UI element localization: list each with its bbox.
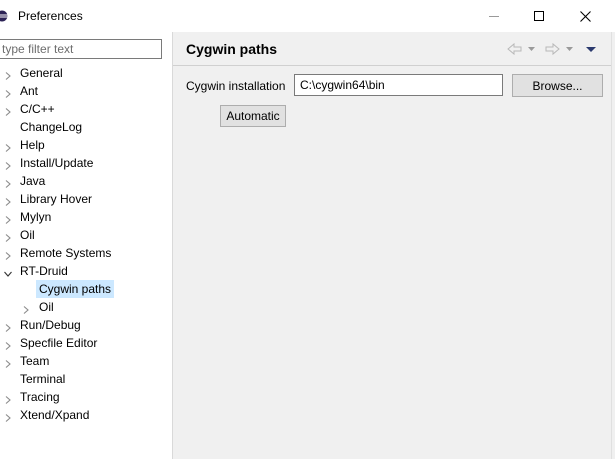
- chevron-right-icon[interactable]: [3, 230, 13, 242]
- view-menu-icon[interactable]: [585, 42, 597, 56]
- tree-item-label: Team: [20, 354, 50, 368]
- tree-item-label: Ant: [20, 84, 39, 98]
- tree-item[interactable]: Tracing: [0, 388, 172, 406]
- tree-item[interactable]: Remote Systems: [0, 244, 172, 262]
- preference-page: Cygwin paths Cygwin installation C:\cygw…: [173, 32, 615, 459]
- tree-item-label: Library Hover: [20, 192, 93, 206]
- tree-item-label: Java: [20, 174, 46, 188]
- chevron-right-icon[interactable]: [3, 68, 13, 80]
- filter-input[interactable]: [0, 39, 162, 59]
- tree-item[interactable]: Run/Debug: [0, 316, 172, 334]
- tree-item[interactable]: RT-Druid: [0, 262, 172, 280]
- chevron-right-icon[interactable]: [21, 302, 31, 314]
- chevron-right-icon[interactable]: [3, 86, 13, 98]
- chevron-right-icon[interactable]: [3, 338, 13, 350]
- tree-item-label: Cygwin paths: [36, 280, 115, 298]
- title-bar: Preferences: [0, 0, 615, 32]
- page-title: Cygwin paths: [186, 41, 278, 57]
- forward-arrow-icon[interactable]: [544, 42, 560, 56]
- tree-item[interactable]: Xtend/Xpand: [0, 406, 172, 424]
- tree-item[interactable]: C/C++: [0, 100, 172, 118]
- chevron-right-icon[interactable]: [3, 194, 13, 206]
- chevron-right-icon[interactable]: [3, 320, 13, 332]
- chevron-right-icon[interactable]: [3, 212, 13, 224]
- chevron-right-icon[interactable]: [3, 248, 13, 260]
- tree-item-label: Oil: [20, 228, 35, 242]
- maximize-icon: [534, 11, 544, 21]
- tree-item[interactable]: Help: [0, 136, 172, 154]
- preference-navigation: General Ant C/C++ ChangeLog Help Install/Upda…: [0, 32, 172, 459]
- tree-item[interactable]: Java: [0, 172, 172, 190]
- close-icon: [579, 10, 591, 22]
- chevron-right-icon[interactable]: [3, 176, 13, 188]
- chevron-right-icon[interactable]: [3, 158, 13, 170]
- chevron-down-icon[interactable]: [3, 266, 13, 277]
- tree-item[interactable]: Oil: [0, 226, 172, 244]
- tree-item-label: Help: [20, 138, 45, 152]
- preferences-window: Preferences General Ant C/C++ ChangeLog Help…: [0, 0, 615, 459]
- tree-item[interactable]: Specfile Editor: [0, 334, 172, 352]
- window-title: Preferences: [18, 9, 83, 23]
- cygwin-path-input[interactable]: [294, 74, 503, 96]
- automatic-button[interactable]: Automatic: [220, 105, 286, 127]
- tree-item[interactable]: Mylyn: [0, 208, 172, 226]
- browse-button[interactable]: Browse...: [512, 74, 603, 97]
- tree-item-label: Remote Systems: [20, 246, 112, 260]
- eclipse-app-icon: [0, 10, 8, 22]
- minimize-icon: [489, 16, 499, 17]
- tree-item-label: General: [20, 66, 63, 80]
- tree-item-label: Xtend/Xpand: [20, 408, 90, 422]
- back-arrow-icon[interactable]: [507, 42, 523, 56]
- tree-item[interactable]: ChangeLog: [0, 118, 172, 136]
- tree-item-label: Install/Update: [20, 156, 94, 170]
- tree-item-label: Specfile Editor: [20, 336, 98, 350]
- tree-item[interactable]: Oil: [0, 298, 172, 316]
- tree-item-label: C/C++: [20, 102, 55, 116]
- tree-item-label: Mylyn: [20, 210, 52, 224]
- tree-item[interactable]: Library Hover: [0, 190, 172, 208]
- minimize-button[interactable]: [471, 0, 517, 32]
- tree-item-label: RT-Druid: [20, 264, 68, 278]
- chevron-right-icon[interactable]: [3, 410, 13, 422]
- tree-item[interactable]: Terminal: [0, 370, 172, 388]
- tree-item-label: Terminal: [20, 372, 66, 386]
- tree-item[interactable]: Team: [0, 352, 172, 370]
- tree-item-label: ChangeLog: [20, 120, 83, 134]
- chevron-right-icon[interactable]: [3, 356, 13, 368]
- tree-item-label: Run/Debug: [20, 318, 81, 332]
- tree-item[interactable]: Install/Update: [0, 154, 172, 172]
- close-button[interactable]: [562, 0, 608, 32]
- window-right-edge: [611, 32, 615, 459]
- tree-item-label: Oil: [39, 300, 54, 314]
- tree-item[interactable]: Ant: [0, 82, 172, 100]
- chevron-right-icon[interactable]: [3, 140, 13, 152]
- page-header: Cygwin paths: [173, 32, 615, 66]
- tree-item-label: Tracing: [20, 390, 60, 404]
- forward-dropdown-icon[interactable]: [566, 42, 574, 56]
- tree-item[interactable]: Cygwin paths: [0, 280, 172, 298]
- tree-item[interactable]: General: [0, 64, 172, 82]
- chevron-right-icon[interactable]: [3, 392, 13, 404]
- chevron-right-icon[interactable]: [3, 104, 13, 116]
- maximize-button[interactable]: [516, 0, 562, 32]
- back-dropdown-icon[interactable]: [528, 42, 536, 56]
- cygwin-installation-label: Cygwin installation: [186, 79, 286, 93]
